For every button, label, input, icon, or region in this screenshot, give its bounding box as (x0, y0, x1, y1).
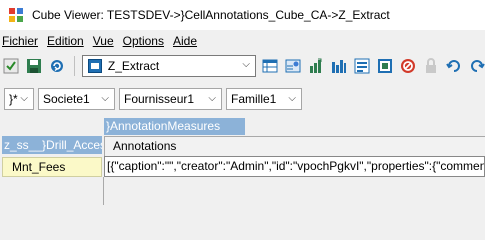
check-icon[interactable] (3, 58, 19, 74)
view-select-value: Z_Extract (107, 59, 160, 73)
dimension-bar: }* ⌵ Societe1 ⌵ Fournisseur1 ⌵ Famille1 … (0, 88, 306, 110)
report-icon[interactable] (354, 58, 370, 74)
chevron-down-icon: ⌵ (101, 93, 109, 104)
grid-divider (103, 177, 104, 205)
dimension-select-famille-value: Famille1 (231, 92, 277, 106)
toolbar: Z_Extract ⌵ (0, 52, 485, 80)
menu-options[interactable]: Options (121, 34, 171, 48)
sandbox-icon[interactable] (377, 58, 393, 74)
title-bar: Cube Viewer: TESTSDEV->}CellAnnotations_… (0, 0, 485, 30)
chevron-down-icon: ⌵ (242, 59, 251, 70)
lock-icon[interactable] (423, 58, 439, 74)
save-icon[interactable] (26, 58, 42, 74)
chart-icon[interactable] (308, 58, 324, 74)
menu-vue-label: Vue (92, 34, 114, 48)
window-title: Cube Viewer: TESTSDEV->}CellAnnotations_… (32, 8, 390, 22)
undo-icon[interactable] (446, 58, 462, 74)
menu-edition[interactable]: Edition (45, 34, 91, 48)
cube-viewer-app-icon (8, 7, 24, 23)
refresh-icon[interactable] (49, 58, 65, 74)
view-icon (87, 59, 102, 73)
toolbar-separator (73, 56, 75, 76)
view-select[interactable]: Z_Extract ⌵ (81, 55, 257, 77)
data-cell[interactable]: [{"caption":"","creator":"Admin","id":"v… (104, 156, 485, 177)
menu-options-label: Options (122, 34, 164, 48)
redo-icon[interactable] (469, 58, 485, 74)
menu-bar: Fichier Edition Vue Options Aide (0, 32, 204, 50)
export-icon[interactable] (285, 58, 301, 74)
menu-fichier[interactable]: Fichier (0, 34, 45, 48)
dimension-select-fournisseur[interactable]: Fournisseur1 ⌵ (119, 88, 222, 110)
menu-edition-label: Edition (47, 34, 84, 48)
grid-empty-area (0, 177, 485, 205)
menu-aide-label: Aide (172, 34, 198, 48)
menu-aide[interactable]: Aide (171, 34, 204, 48)
dimension-select-star-value: }* (9, 92, 18, 106)
grid-settings-icon[interactable] (262, 58, 278, 74)
menu-fichier-label: Fichier (2, 34, 39, 48)
cube-grid: z_ss__}Drill_Acces Annotations Mnt_Fees … (0, 136, 485, 205)
dimension-select-star[interactable]: }* ⌵ (4, 88, 34, 110)
column-header[interactable]: Annotations (104, 136, 485, 156)
chevron-down-icon: ⌵ (208, 93, 216, 104)
dimension-select-famille[interactable]: Famille1 ⌵ (226, 88, 302, 110)
chevron-down-icon: ⌵ (20, 93, 28, 104)
dimension-select-fournisseur-value: Fournisseur1 (124, 92, 195, 106)
stop-icon[interactable] (400, 58, 416, 74)
chevron-down-icon: ⌵ (288, 93, 296, 104)
dimension-select-societe-value: Societe1 (43, 92, 90, 106)
menu-vue[interactable]: Vue (91, 34, 121, 48)
dimension-select-societe[interactable]: Societe1 ⌵ (38, 88, 115, 110)
row-dimension-chip[interactable]: z_ss__}Drill_Acces (2, 136, 102, 154)
sheet-icon[interactable] (331, 58, 347, 74)
row-header[interactable]: Mnt_Fees (2, 157, 102, 177)
column-dimension-chip[interactable]: }AnnotationMeasures (104, 118, 245, 135)
